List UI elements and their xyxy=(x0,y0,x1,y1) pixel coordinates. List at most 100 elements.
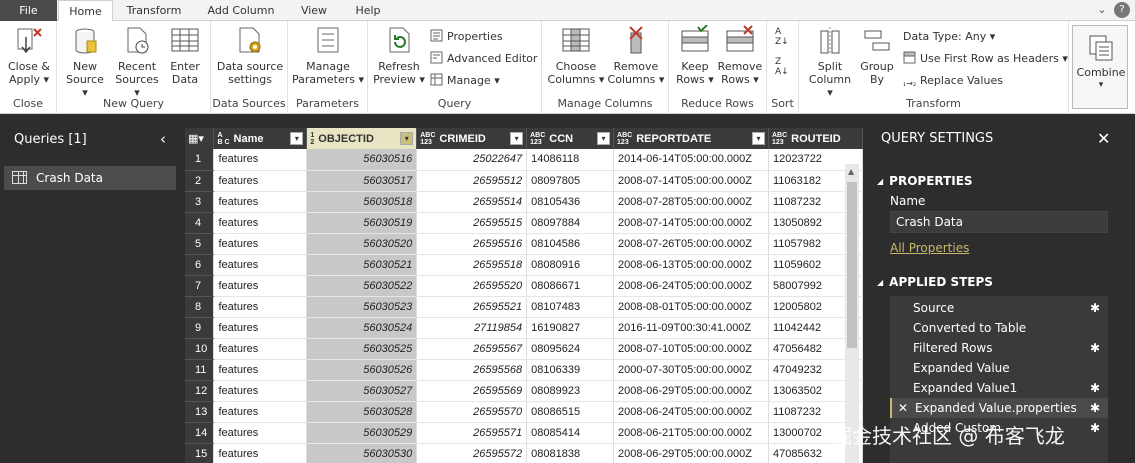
applied-step[interactable]: Expanded Value xyxy=(890,358,1108,378)
data-source-settings-button[interactable]: Data source settings xyxy=(215,25,285,86)
cell-crimeid[interactable]: 26595572 xyxy=(416,443,528,463)
cell-reportdate[interactable]: 2008-08-01T05:00:00.000Z xyxy=(613,296,769,318)
column-header-objectid[interactable]: 1 2 OBJECTID ▾ xyxy=(306,128,418,149)
cell-crimeid[interactable]: 26595516 xyxy=(416,233,528,255)
cell-ccn[interactable]: 14086118 xyxy=(526,149,615,171)
cell-name[interactable]: features xyxy=(213,170,308,192)
filter-dropdown-icon[interactable]: ▾ xyxy=(510,132,524,145)
applied-step[interactable]: Filtered Rows ✱ xyxy=(890,338,1108,358)
cell-objectid[interactable]: 56030520 xyxy=(306,233,418,255)
new-source-button[interactable]: New Source ▾ xyxy=(63,25,107,99)
column-header-crimeid[interactable]: ABC 123 CRIMEID ▾ xyxy=(416,128,528,149)
table-row[interactable]: 13 features 56030528 26595570 08086515 2008-0… xyxy=(185,401,863,423)
cell-crimeid[interactable]: 26595570 xyxy=(416,401,528,423)
step-settings-gear-icon[interactable]: ✱ xyxy=(1090,298,1100,318)
applied-step[interactable]: Converted to Table xyxy=(890,318,1108,338)
column-header-ccn[interactable]: ABC 123 CCN ▾ xyxy=(526,128,615,149)
table-row[interactable]: 11 features 56030526 26595568 08106339 2000-0… xyxy=(185,359,863,381)
data-type-dropdown[interactable]: Data Type: Any ▾ xyxy=(903,29,995,45)
cell-crimeid[interactable]: 26595571 xyxy=(416,422,528,444)
sort-ascending-icon[interactable]: A Z↓ xyxy=(775,27,789,47)
cell-objectid[interactable]: 56030523 xyxy=(306,296,418,318)
cell-reportdate[interactable]: 2008-07-14T05:00:00.000Z xyxy=(613,170,769,192)
cell-name[interactable]: features xyxy=(213,275,308,297)
split-column-button[interactable]: Split Column ▾ xyxy=(805,25,855,99)
column-header-reportdate[interactable]: ABC 123 REPORTDATE ▾ xyxy=(613,128,769,149)
applied-step[interactable]: Source ✱ xyxy=(890,298,1108,318)
table-row[interactable]: 10 features 56030525 26595567 08095624 2008-0… xyxy=(185,338,863,360)
table-row[interactable]: 12 features 56030527 26595569 08089923 2008-0… xyxy=(185,380,863,402)
help-icon[interactable]: ? xyxy=(1114,2,1130,18)
applied-step[interactable]: ✕ Expanded Value.properties ✱ xyxy=(890,398,1108,418)
table-row[interactable]: 2 features 56030517 26595512 08097805 2008-07… xyxy=(185,170,863,192)
cell-ccn[interactable]: 08107483 xyxy=(526,296,615,318)
delete-step-icon[interactable]: ✕ xyxy=(898,398,908,418)
use-first-row-button[interactable]: Use First Row as Headers ▾ xyxy=(903,51,1068,67)
table-row[interactable]: 9 features 56030524 27119854 16190827 2016-11… xyxy=(185,317,863,339)
all-properties-link[interactable]: All Properties xyxy=(890,241,969,255)
cell-reportdate[interactable]: 2014-06-14T05:00:00.000Z xyxy=(613,149,769,171)
cell-objectid[interactable]: 56030519 xyxy=(306,212,418,234)
cell-ccn[interactable]: 08086515 xyxy=(526,401,615,423)
cell-objectid[interactable]: 56030517 xyxy=(306,170,418,192)
applied-step[interactable]: Expanded Value1 ✱ xyxy=(890,378,1108,398)
query-item-crash-data[interactable]: Crash Data xyxy=(4,166,176,190)
cell-name[interactable]: features xyxy=(213,191,308,213)
tab-home[interactable]: Home xyxy=(58,0,113,22)
cell-ccn[interactable]: 08097805 xyxy=(526,170,615,192)
filter-dropdown-icon[interactable]: ▾ xyxy=(597,132,611,145)
cell-crimeid[interactable]: 26595521 xyxy=(416,296,528,318)
cell-reportdate[interactable]: 2008-06-24T05:00:00.000Z xyxy=(613,401,769,423)
step-settings-gear-icon[interactable]: ✱ xyxy=(1090,398,1100,418)
scrollbar-thumb[interactable] xyxy=(847,182,857,348)
properties-section-header[interactable]: PROPERTIES xyxy=(877,174,972,188)
tab-file[interactable]: File xyxy=(0,0,57,21)
cell-name[interactable]: features xyxy=(213,149,308,171)
cell-crimeid[interactable]: 27119854 xyxy=(416,317,528,339)
cell-crimeid[interactable]: 26595514 xyxy=(416,191,528,213)
table-row[interactable]: 8 features 56030523 26595521 08107483 2008-08… xyxy=(185,296,863,318)
vertical-scrollbar[interactable]: ▲ xyxy=(845,164,859,463)
cell-reportdate[interactable]: 2008-06-29T05:00:00.000Z xyxy=(613,380,769,402)
close-icon[interactable]: ✕ xyxy=(1097,129,1110,148)
tab-view[interactable]: View xyxy=(293,0,335,21)
cell-objectid[interactable]: 56030526 xyxy=(306,359,418,381)
refresh-preview-button[interactable]: Refresh Preview ▾ xyxy=(372,25,426,86)
tab-add-column[interactable]: Add Column xyxy=(200,0,282,21)
table-row[interactable]: 3 features 56030518 26595514 08105436 2008-07… xyxy=(185,191,863,213)
sort-descending-icon[interactable]: Z A↓ xyxy=(775,57,789,77)
column-header-routeid[interactable]: ABC 123 ROUTEID xyxy=(768,128,863,149)
cell-ccn[interactable]: 08104586 xyxy=(526,233,615,255)
cell-crimeid[interactable]: 25022647 xyxy=(416,149,528,171)
cell-ccn[interactable]: 08089923 xyxy=(526,380,615,402)
cell-crimeid[interactable]: 26595568 xyxy=(416,359,528,381)
cell-ccn[interactable]: 16190827 xyxy=(526,317,615,339)
close-apply-button[interactable]: Close & Apply ▾ xyxy=(4,25,54,86)
scroll-up-icon[interactable]: ▲ xyxy=(848,167,854,176)
cell-name[interactable]: features xyxy=(213,317,308,339)
filter-dropdown-icon[interactable]: ▾ xyxy=(751,132,765,145)
cell-name[interactable]: features xyxy=(213,212,308,234)
keep-rows-button[interactable]: Keep Rows ▾ xyxy=(673,24,717,86)
step-settings-gear-icon[interactable]: ✱ xyxy=(1090,418,1100,438)
cell-ccn[interactable]: 08097884 xyxy=(526,212,615,234)
recent-sources-button[interactable]: Recent Sources ▾ xyxy=(112,25,162,99)
enter-data-button[interactable]: Enter Data xyxy=(165,25,205,86)
cell-name[interactable]: features xyxy=(213,254,308,276)
table-menu-icon[interactable]: ▦▾ xyxy=(185,128,215,149)
filter-dropdown-icon[interactable]: ▾ xyxy=(400,132,414,145)
collapse-panel-icon[interactable]: ‹ xyxy=(160,130,166,148)
table-row[interactable]: 1 features 56030516 25022647 14086118 2014-06… xyxy=(185,149,863,171)
cell-objectid[interactable]: 56030525 xyxy=(306,338,418,360)
cell-ccn[interactable]: 08095624 xyxy=(526,338,615,360)
combine-button[interactable]: Combine ▾ xyxy=(1072,25,1128,109)
cell-ccn[interactable]: 08106339 xyxy=(526,359,615,381)
manage-parameters-button[interactable]: Manage Parameters ▾ xyxy=(292,25,364,86)
cell-crimeid[interactable]: 26595520 xyxy=(416,275,528,297)
cell-reportdate[interactable]: 2008-06-21T05:00:00.000Z xyxy=(613,422,769,444)
cell-reportdate[interactable]: 2016-11-09T00:30:41.000Z xyxy=(613,317,769,339)
remove-rows-button[interactable]: Remove Rows ▾ xyxy=(717,25,763,86)
cell-reportdate[interactable]: 2000-07-30T05:00:00.000Z xyxy=(613,359,769,381)
cell-ccn[interactable]: 08086671 xyxy=(526,275,615,297)
cell-objectid[interactable]: 56030518 xyxy=(306,191,418,213)
